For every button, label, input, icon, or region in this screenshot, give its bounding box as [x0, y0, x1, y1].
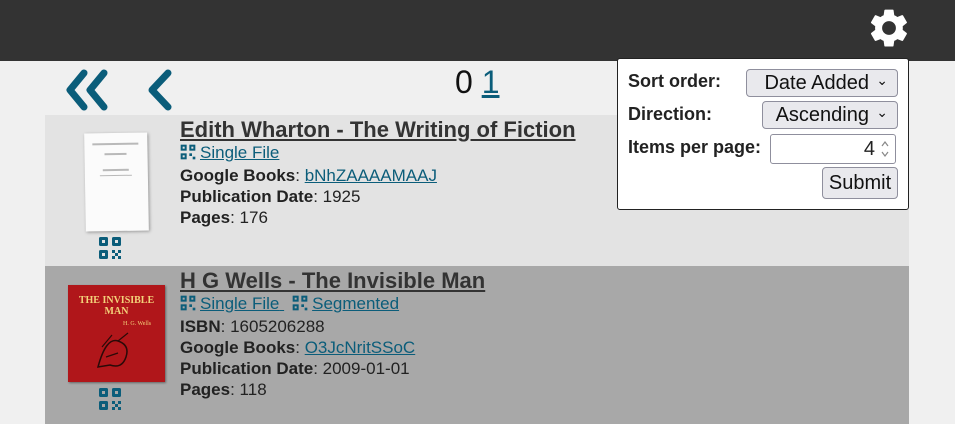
book-title[interactable]: H G Wells - The Invisible Man	[180, 268, 485, 294]
double-chevron-left-icon[interactable]	[62, 67, 112, 113]
qr-code-icon	[180, 295, 196, 311]
direction-label: Direction:	[628, 104, 713, 124]
file-links: Single File	[180, 143, 287, 163]
publication-date-row: Publication Date: 2009-01-01	[180, 359, 410, 378]
google-books-row: Google Books: O3JcNritSSoC	[180, 338, 416, 357]
submit-button[interactable]: Submit	[822, 167, 898, 199]
chevron-left-icon[interactable]	[140, 67, 176, 113]
top-bar	[0, 0, 955, 61]
google-books-link[interactable]: bNhZAAAAMAAJ	[305, 166, 437, 185]
book-row: THE INVISIBLE MAN H. G. Wells H G Wells …	[45, 266, 909, 424]
single-file-link[interactable]: Single File	[180, 143, 279, 162]
page-link[interactable]: 1	[482, 64, 500, 100]
book-cover[interactable]: THE INVISIBLE MAN H. G. Wells	[68, 285, 165, 382]
segmented-link[interactable]: Segmented	[292, 294, 399, 313]
google-books-link[interactable]: O3JcNritSSoC	[305, 338, 416, 357]
file-links: Single File Segmented	[180, 294, 407, 314]
direction-select[interactable]: Ascending ⌄	[762, 101, 898, 129]
qr-code-icon[interactable]	[98, 387, 122, 411]
qr-code-icon	[292, 295, 308, 311]
current-page: 0	[455, 64, 473, 100]
sort-settings-panel: Sort order: Date Added ⌄ Direction: Asce…	[617, 58, 909, 210]
items-per-page-input[interactable]: 4	[770, 134, 896, 164]
chevron-down-icon: ⌄	[876, 104, 888, 120]
qr-code-icon	[180, 144, 196, 160]
cover-illustration	[96, 332, 129, 368]
publication-date-row: Publication Date: 1925	[180, 187, 361, 206]
single-file-link[interactable]: Single File	[180, 294, 284, 313]
isbn-row: ISBN: 1605206288	[180, 317, 325, 336]
sort-order-select[interactable]: Date Added ⌄	[746, 69, 898, 97]
cover-title: THE INVISIBLE MAN	[78, 295, 155, 317]
page-numbers: 0 1	[455, 64, 499, 101]
book-title[interactable]: Edith Wharton - The Writing of Fiction	[180, 117, 576, 143]
spinner-icon[interactable]	[880, 139, 890, 159]
qr-code-icon[interactable]	[98, 236, 122, 260]
items-per-page-label: Items per page:	[628, 137, 762, 157]
book-cover[interactable]	[84, 132, 149, 232]
pages-row: Pages: 176	[180, 208, 268, 227]
chevron-down-icon: ⌄	[876, 72, 888, 88]
pages-row: Pages: 118	[180, 380, 267, 399]
sort-order-label: Sort order:	[628, 71, 722, 91]
gear-icon[interactable]	[866, 5, 912, 51]
google-books-row: Google Books: bNhZAAAAMAAJ	[180, 166, 437, 185]
